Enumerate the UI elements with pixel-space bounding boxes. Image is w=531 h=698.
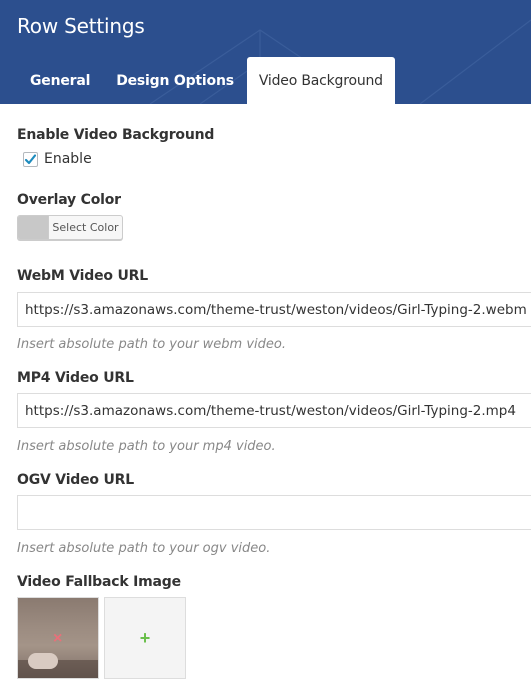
enable-checkbox-label: Enable xyxy=(44,151,92,167)
webm-url-input[interactable]: https://s3.amazonaws.com/theme-trust/wes… xyxy=(17,292,531,327)
fallback-image-label: Video Fallback Image xyxy=(17,574,181,590)
mp4-url-input[interactable]: https://s3.amazonaws.com/theme-trust/wes… xyxy=(17,393,531,428)
checkmark-icon xyxy=(24,153,37,164)
remove-image-icon[interactable]: × xyxy=(53,631,62,647)
ogv-hint: Insert absolute path to your ogv video. xyxy=(17,541,271,556)
enable-checkbox[interactable] xyxy=(23,151,38,167)
webm-hint: Insert absolute path to your webm video. xyxy=(17,337,286,352)
color-swatch xyxy=(18,216,49,239)
tab-design-options[interactable]: Design Options xyxy=(103,57,247,104)
enable-checkbox-row: Enable xyxy=(23,151,92,167)
fallback-image-thumbnail[interactable]: × xyxy=(17,597,99,679)
ogv-url-input[interactable] xyxy=(17,495,531,530)
ogv-url-label: OGV Video URL xyxy=(17,472,134,488)
modal-title: Row Settings xyxy=(17,14,145,38)
add-image-button[interactable]: + xyxy=(104,597,186,679)
mp4-hint: Insert absolute path to your mp4 video. xyxy=(17,439,276,454)
webm-url-label: WebM Video URL xyxy=(17,268,148,284)
tab-general[interactable]: General xyxy=(0,57,103,104)
tab-bar: General Design Options Video Background xyxy=(0,57,395,104)
overlay-color-label: Overlay Color xyxy=(17,192,121,208)
mp4-url-label: MP4 Video URL xyxy=(17,370,134,386)
tab-video-background[interactable]: Video Background xyxy=(246,57,395,104)
select-color-label: Select Color xyxy=(52,221,119,234)
enable-video-label: Enable Video Background xyxy=(17,127,215,143)
thumbnail-hand xyxy=(28,653,58,669)
plus-icon: + xyxy=(139,627,151,648)
select-color-button[interactable]: Select Color xyxy=(17,215,123,240)
modal-header: Row Settings General Design Options Vide… xyxy=(0,0,531,104)
